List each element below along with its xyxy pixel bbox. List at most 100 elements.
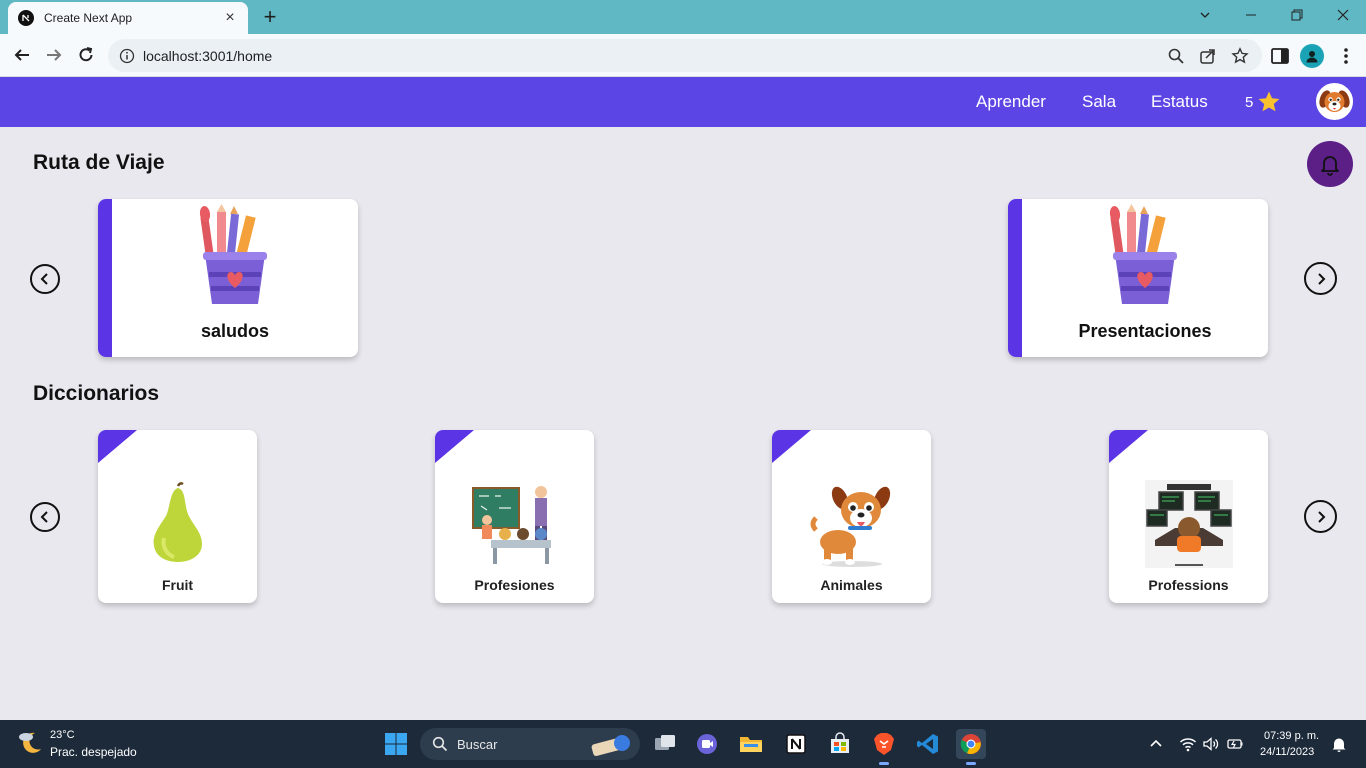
microsoft-store-button[interactable] [825,729,855,759]
notion-button[interactable] [781,729,811,759]
folder-icon [740,737,762,752]
notifications-button[interactable] [1307,141,1353,187]
route-card-presentaciones[interactable]: Presentaciones [1008,199,1268,357]
route-card-label: Presentaciones [1078,321,1212,341]
card-corner-accent [435,430,474,463]
vscode-icon [917,734,938,754]
card-corner-accent [1109,430,1148,463]
dictionary-card-professions[interactable]: Professions [1109,430,1268,603]
url-text[interactable]: localhost:3001/home [143,48,272,64]
dictionaries-section-title: Diccionarios [33,382,160,405]
nav-link-sala[interactable]: Sala [1082,92,1116,112]
card-accent-stripe [1008,199,1022,357]
forward-icon [47,49,62,61]
chevron-left-icon [40,273,48,285]
side-panel-icon[interactable] [1270,46,1290,66]
reload-icon [79,47,93,62]
classroom-icon [472,486,551,564]
info-icon[interactable] [119,48,135,64]
card-corner-accent [98,430,137,463]
search-placeholder[interactable]: Buscar [457,737,497,752]
address-bar[interactable]: localhost:3001/home [108,39,1262,72]
file-explorer-button[interactable] [736,729,766,759]
chevron-right-icon [1317,272,1325,285]
bookmark-star-icon[interactable] [1231,47,1249,65]
notion-icon [786,734,806,754]
wifi-icon[interactable] [1179,735,1197,753]
app-header: Aprender Sala Estatus 5 [0,77,1366,127]
route-card-saludos[interactable]: saludos [98,199,358,357]
close-tab-icon[interactable]: × [222,9,238,26]
taskbar-search[interactable]: Buscar [420,728,640,760]
teams-chat-button[interactable] [692,729,722,759]
route-section-title: Ruta de Viaje [33,151,165,174]
search-highlight-icon [591,735,630,757]
dictionary-card-profesiones[interactable]: Profesiones [435,430,594,603]
battery-icon[interactable] [1226,735,1244,753]
restore-button[interactable] [1274,0,1320,30]
dictionary-card-label: Animales [820,577,883,593]
start-button[interactable] [381,729,411,759]
card-accent-stripe [98,199,112,357]
reload-button[interactable] [73,42,99,68]
minimize-button[interactable] [1228,0,1274,30]
dog-icon [810,486,891,567]
dictionary-card-label: Fruit [161,577,194,593]
browser-toolbar: localhost:3001/home [0,34,1366,77]
weather-description[interactable]: Prac. despejado [50,745,137,759]
pencil-cup-icon [1109,204,1177,304]
back-button[interactable] [9,42,35,68]
pear-icon [153,482,202,562]
windows-taskbar: 23°C Prac. despejado Buscar 07:39 p. m. … [0,720,1366,768]
star-count: 5 [1245,94,1254,111]
weather-temperature[interactable]: 23°C [50,729,75,741]
brave-browser-button[interactable] [869,729,899,759]
nav-link-aprender[interactable]: Aprender [976,92,1046,112]
close-window-button[interactable] [1320,0,1366,30]
chevron-up-icon[interactable] [1147,735,1165,753]
route-card-label: saludos [200,321,270,341]
user-avatar[interactable] [1316,83,1353,120]
nextjs-favicon-icon [18,10,34,26]
chrome-button[interactable] [956,729,986,759]
profile-icon[interactable] [1300,44,1324,68]
nav-link-estatus[interactable]: Estatus [1151,92,1208,112]
bell-icon [1321,156,1339,176]
dictionaries-next-button[interactable] [1304,500,1337,533]
browser-titlebar: Create Next App × + [0,0,1366,34]
dictionary-card-label: Profesiones [474,577,555,593]
programmer-icon [1145,480,1233,568]
chrome-icon [960,734,981,754]
vscode-button[interactable] [913,729,943,759]
tab-title: Create Next App [44,11,133,25]
dictionary-card-fruit[interactable]: Fruit [98,430,257,603]
new-tab-button[interactable]: + [258,4,282,29]
notification-bell-icon[interactable] [1330,735,1348,753]
route-prev-button[interactable] [30,264,60,294]
chat-icon [697,734,717,754]
store-icon [831,732,849,753]
forward-button[interactable] [41,42,67,68]
star-icon [1258,91,1280,112]
moon-weather-icon[interactable] [17,729,45,757]
chevron-right-icon [1317,510,1325,523]
tab-search-chevron-icon[interactable] [1182,0,1228,30]
dictionaries-prev-button[interactable] [30,502,60,532]
pencil-cup-icon [199,204,267,304]
card-corner-accent [772,430,811,463]
task-view-button[interactable] [650,729,680,759]
zoom-icon[interactable] [1167,47,1185,65]
clock-date[interactable]: 24/11/2023 [1260,746,1314,758]
search-icon [432,736,448,752]
brave-running-indicator [879,762,889,765]
share-icon[interactable] [1199,47,1217,65]
browser-tab[interactable]: Create Next App × [8,2,248,34]
chrome-running-indicator [966,762,976,765]
clock-time[interactable]: 07:39 p. m. [1264,730,1319,742]
menu-icon[interactable] [1336,46,1356,66]
route-next-button[interactable] [1304,262,1337,295]
windows-logo-icon [385,733,407,755]
back-icon [14,49,29,61]
dictionary-card-animales[interactable]: Animales [772,430,931,603]
volume-icon[interactable] [1202,735,1220,753]
